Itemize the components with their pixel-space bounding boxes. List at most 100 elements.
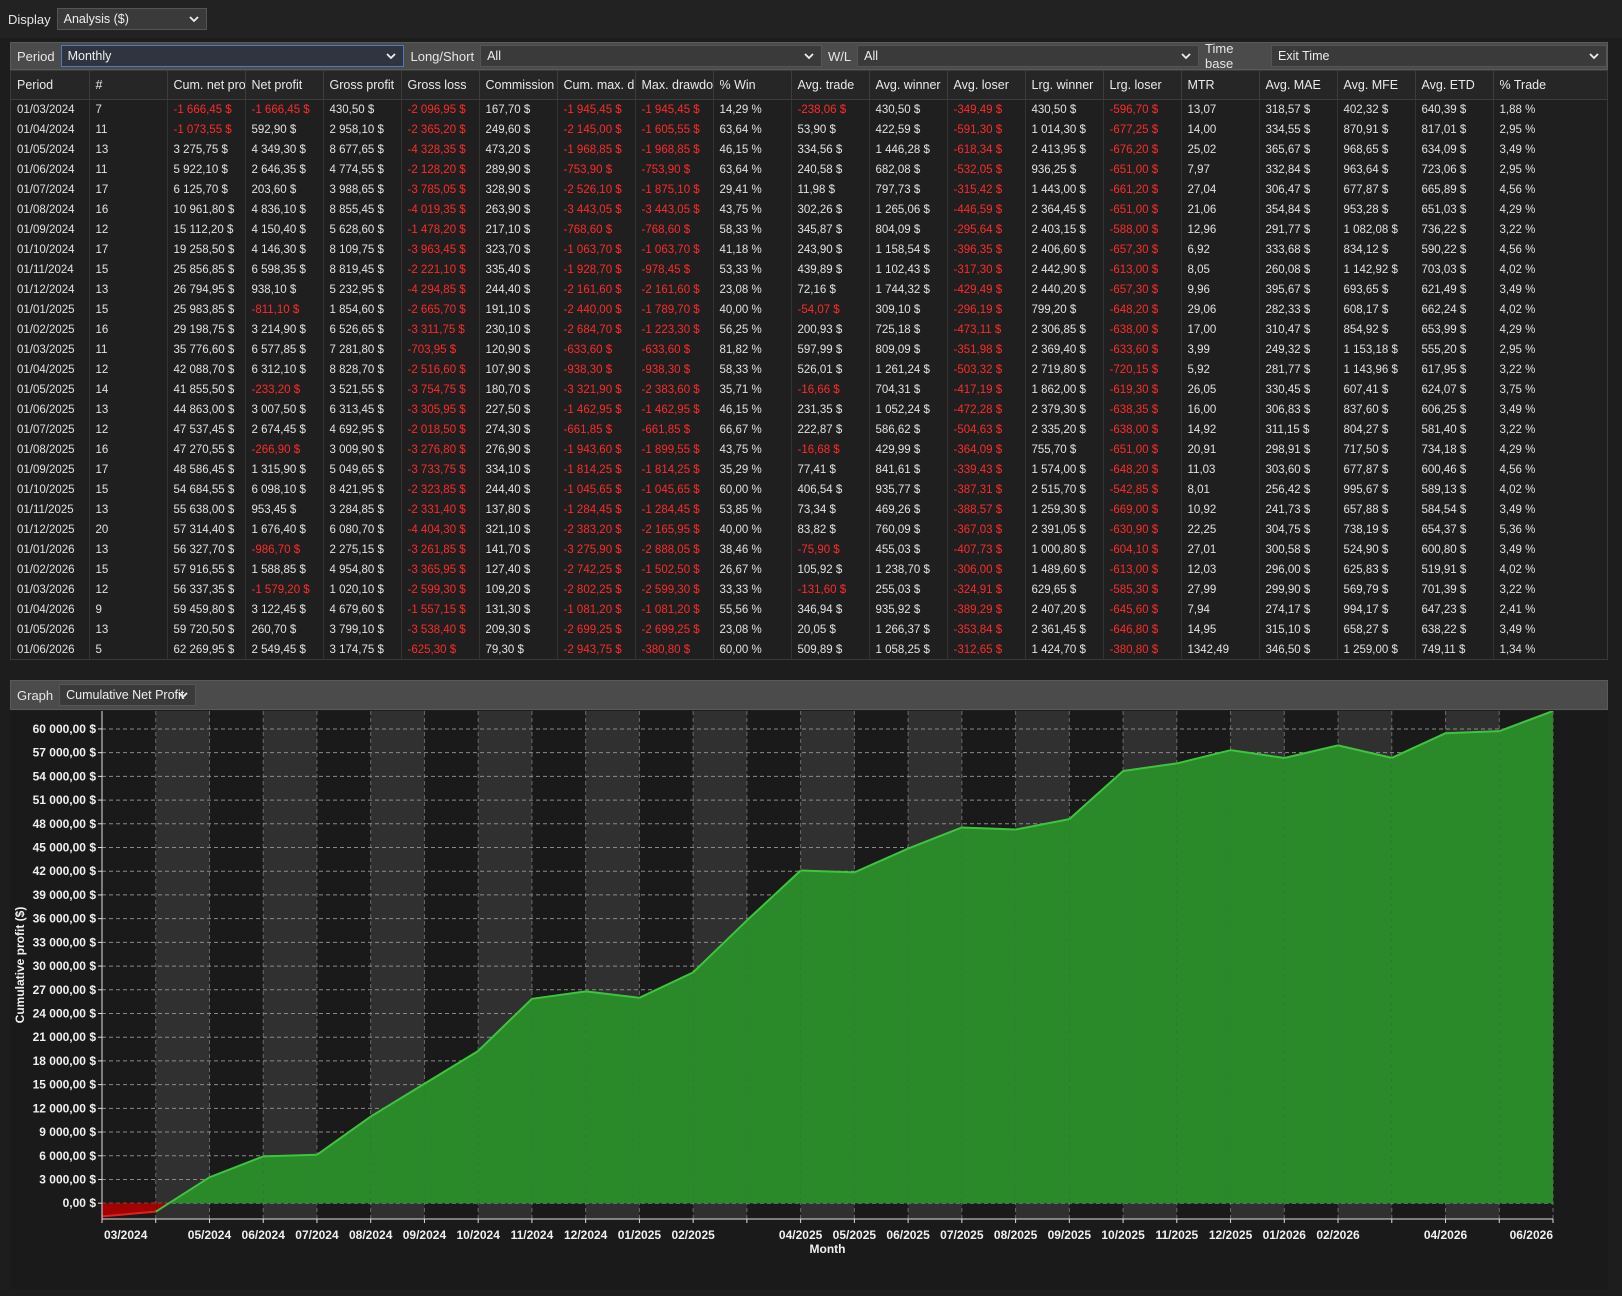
table-cell: 995,67 $: [1337, 480, 1416, 500]
column-header[interactable]: Gross profit: [323, 71, 402, 100]
table-row[interactable]: 01/03/2024 7 -1 666,45 $ -1 666,45 $430,50 …: [11, 99, 1607, 120]
table-cell: 734,18 $: [1415, 440, 1494, 460]
table-row[interactable]: 01/05/2025 14 41 855,50 $ -233,20 $3 521,55…: [11, 380, 1607, 400]
table-cell: 653,99 $: [1415, 320, 1494, 340]
table-row[interactable]: 01/10/2024 17 19 258,50 $4 146,30 $8 109,7…: [11, 240, 1607, 260]
period-select[interactable]: Monthly: [60, 45, 405, 67]
time-base-select[interactable]: Exit Time: [1271, 45, 1607, 67]
table-cell: 509,89 $: [791, 640, 870, 659]
table-cell: 402,32 $: [1337, 99, 1416, 120]
column-header[interactable]: Avg. ETD: [1415, 71, 1494, 100]
column-header[interactable]: Cum. net pro: [167, 71, 246, 100]
table-row[interactable]: 01/11/2024 15 25 856,85 $6 598,35 $8 819,4…: [11, 260, 1607, 280]
table-cell: 43,75 %: [713, 440, 792, 460]
table-row[interactable]: 01/01/2026 13 56 327,70 $ -986,70 $2 275,15…: [11, 540, 1607, 560]
table-cell: 799,20 $: [1025, 300, 1104, 320]
table-cell: -2 684,70 $: [557, 320, 636, 340]
table-cell: 634,09 $: [1415, 140, 1494, 160]
table-row[interactable]: 01/12/2025 20 57 314,40 $1 676,40 $6 080,7…: [11, 520, 1607, 540]
column-header[interactable]: Lrg. winner: [1025, 71, 1104, 100]
table-row[interactable]: 01/03/2025 11 35 776,60 $6 577,85 $7 281,8…: [11, 340, 1607, 360]
column-header[interactable]: Lrg. loser: [1103, 71, 1182, 100]
table-cell: 586,62 $: [869, 420, 948, 440]
column-header[interactable]: Avg. loser: [947, 71, 1026, 100]
column-header[interactable]: MTR: [1181, 71, 1260, 100]
table-cell: 1 744,32 $: [869, 280, 948, 300]
column-header[interactable]: Commission: [479, 71, 558, 100]
table-cell: 1 052,24 $: [869, 400, 948, 420]
table-cell: 654,37 $: [1415, 520, 1494, 540]
wl-select[interactable]: All: [857, 45, 1200, 67]
table-row[interactable]: 01/11/2025 13 55 638,00 $953,45 $3 284,85 …: [11, 500, 1607, 520]
table-row[interactable]: 01/01/2025 15 25 983,85 $ -811,10 $1 854,60…: [11, 300, 1607, 320]
column-header[interactable]: Gross loss: [401, 71, 480, 100]
table-row[interactable]: 01/06/2025 13 44 863,00 $3 007,50 $6 313,4…: [11, 400, 1607, 420]
table-row[interactable]: 01/03/2026 12 56 337,35 $ -1 579,20 $1 020,…: [11, 580, 1607, 600]
table-row[interactable]: 01/04/2026 9 59 459,80 $3 122,45 $4 679,60…: [11, 600, 1607, 620]
table-cell: 41 855,50 $: [167, 380, 246, 400]
column-header[interactable]: % Win: [713, 71, 792, 100]
table-row[interactable]: 01/04/2024 11 -1 073,55 $592,90 $2 958,10 …: [11, 120, 1607, 140]
column-header[interactable]: Net profit: [245, 71, 324, 100]
table-cell: 27,99: [1181, 580, 1260, 600]
column-header[interactable]: Max. drawdo: [635, 71, 714, 100]
table-cell: -661,20 $: [1103, 180, 1182, 200]
table-cell: 256,42 $: [1259, 480, 1338, 500]
table-row[interactable]: 01/10/2025 15 54 684,55 $6 098,10 $8 421,9…: [11, 480, 1607, 500]
table-cell: 3 988,65 $: [323, 180, 402, 200]
column-header[interactable]: Avg. trade: [791, 71, 870, 100]
table-cell: 2,95 %: [1493, 120, 1607, 140]
table-cell: -312,65 $: [947, 640, 1026, 659]
table-row[interactable]: 01/08/2025 16 47 270,55 $ -266,90 $3 009,90…: [11, 440, 1607, 460]
table-cell: -2 599,30 $: [635, 580, 714, 600]
table-cell: 2 391,05 $: [1025, 520, 1104, 540]
table-row[interactable]: 01/06/2026 5 62 269,95 $2 549,45 $3 174,75…: [11, 640, 1607, 659]
column-header[interactable]: % Trade: [1493, 71, 1607, 100]
table-cell: 4,02 %: [1493, 300, 1607, 320]
column-header[interactable]: Avg. winner: [869, 71, 948, 100]
table-cell: -1 945,45 $: [557, 99, 636, 120]
table-row[interactable]: 01/09/2024 12 15 112,20 $4 150,40 $5 628,6…: [11, 220, 1607, 240]
table-header-row: Period # Cum. net pro Net profit Gross profi…: [11, 71, 1607, 100]
table-cell: 2 275,15 $: [323, 540, 402, 560]
table-cell: 8 109,75 $: [323, 240, 402, 260]
column-header[interactable]: Avg. MFE: [1337, 71, 1416, 100]
table-row[interactable]: 01/02/2025 16 29 198,75 $3 214,90 $6 526,6…: [11, 320, 1607, 340]
table-row[interactable]: 01/04/2025 12 42 088,70 $6 312,10 $8 828,7…: [11, 360, 1607, 380]
column-header[interactable]: Period: [11, 71, 90, 100]
table-cell: 804,27 $: [1337, 420, 1416, 440]
table-cell: -1 814,25 $: [635, 460, 714, 480]
table-cell: -339,43 $: [947, 460, 1026, 480]
table-cell: 11: [89, 340, 168, 360]
table-cell: 01/02/2025: [11, 320, 90, 340]
long-short-select[interactable]: All: [480, 45, 822, 67]
table-cell: 300,58 $: [1259, 540, 1338, 560]
table-row[interactable]: 01/02/2026 15 57 916,55 $1 588,85 $4 954,8…: [11, 560, 1607, 580]
table-cell: 2 379,30 $: [1025, 400, 1104, 420]
table-cell: 606,25 $: [1415, 400, 1494, 420]
table-row[interactable]: 01/05/2024 13 3 275,75 $4 349,30 $8 677,65…: [11, 140, 1607, 160]
profit-area: [1069, 770, 1124, 1204]
display-select[interactable]: Analysis ($): [56, 8, 207, 30]
table-row[interactable]: 01/12/2024 13 26 794,95 $938,10 $5 232,95 …: [11, 280, 1607, 300]
table-cell: 13: [89, 400, 168, 420]
table-row[interactable]: 01/07/2024 17 6 125,70 $203,60 $3 988,65 $…: [11, 180, 1607, 200]
y-tick-label: 57 000,00 $: [33, 746, 97, 760]
table-cell: 10 961,80 $: [167, 200, 246, 220]
table-cell: 935,77 $: [869, 480, 948, 500]
table-row[interactable]: 01/09/2025 17 48 586,45 $1 315,90 $5 049,6…: [11, 460, 1607, 480]
table-row[interactable]: 01/05/2026 13 59 720,50 $260,70 $3 799,10 …: [11, 620, 1607, 640]
table-cell: 10,92: [1181, 500, 1260, 520]
graph-select[interactable]: Cumulative Net Profit: [59, 684, 197, 706]
table-cell: 12: [89, 360, 168, 380]
table-row[interactable]: 01/06/2024 11 5 922,10 $2 646,35 $4 774,55…: [11, 160, 1607, 180]
table-cell: 249,60 $: [479, 120, 558, 140]
table-row[interactable]: 01/08/2024 16 10 961,80 $4 836,10 $8 855,4…: [11, 200, 1607, 220]
table-cell: 22,25: [1181, 520, 1260, 540]
column-header[interactable]: Cum. max. d: [557, 71, 636, 100]
column-header[interactable]: Avg. MAE: [1259, 71, 1338, 100]
table-cell: -3 275,90 $: [557, 540, 636, 560]
table-row[interactable]: 01/07/2025 12 47 537,45 $2 674,45 $4 692,9…: [11, 420, 1607, 440]
column-header[interactable]: #: [89, 71, 168, 100]
table-cell: 79,30 $: [479, 640, 558, 659]
